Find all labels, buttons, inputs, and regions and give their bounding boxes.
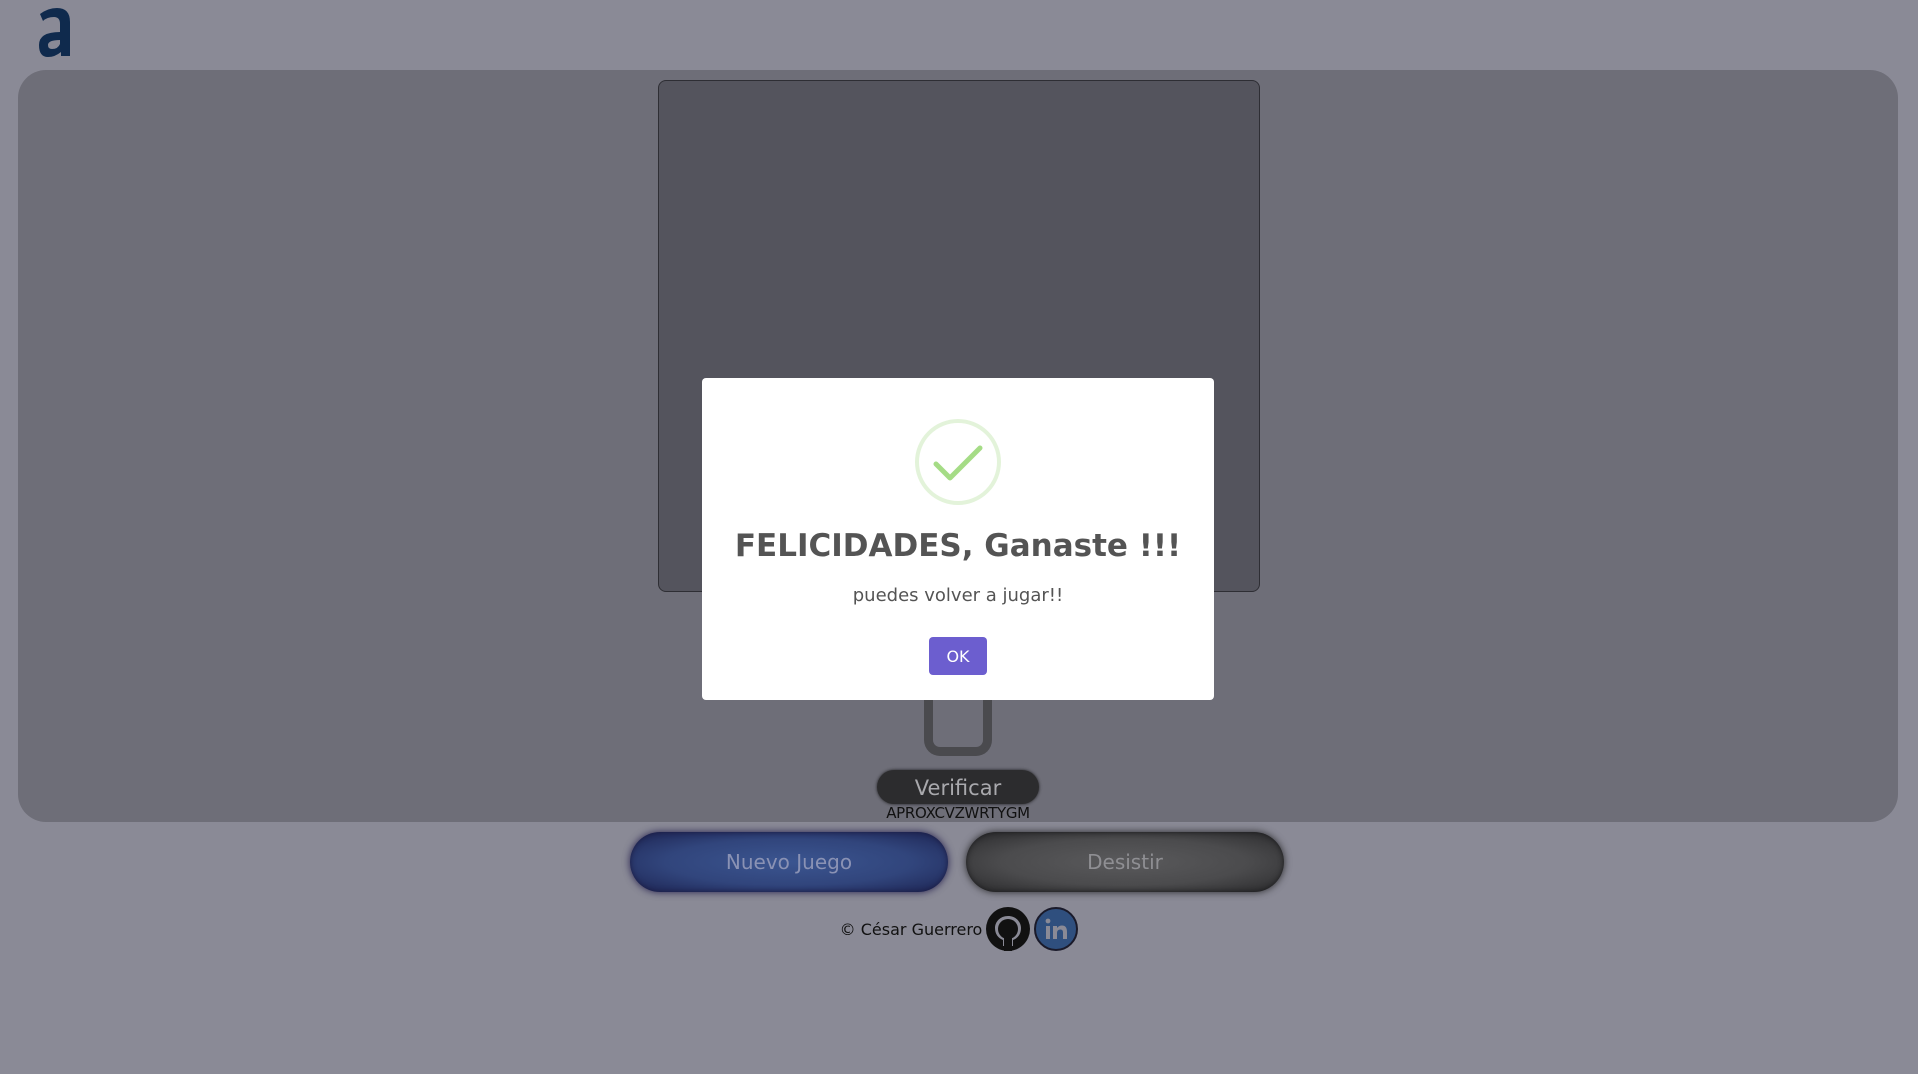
- letter-a-logo-icon: [39, 8, 70, 57]
- success-dialog: FELICIDADES, Ganaste !!! puedes volver a…: [702, 378, 1214, 700]
- linkedin-icon: [1034, 907, 1079, 951]
- success-check-icon: [915, 419, 1001, 505]
- github-link[interactable]: [986, 907, 1031, 951]
- ok-button[interactable]: OK: [929, 637, 987, 675]
- new-game-button[interactable]: Nuevo Juego: [630, 832, 948, 892]
- footer: © César Guerrero: [0, 904, 1918, 954]
- verify-button[interactable]: Verificar: [877, 770, 1039, 804]
- linkedin-link[interactable]: [1034, 907, 1079, 951]
- used-letters: APROXCVZWRTYGM: [886, 804, 1030, 822]
- logo[interactable]: [36, 4, 78, 60]
- copyright-text: © César Guerrero: [839, 919, 983, 939]
- quit-button[interactable]: Desistir: [966, 832, 1284, 892]
- dialog-title: FELICIDADES, Ganaste !!!: [734, 528, 1182, 564]
- dialog-message: puedes volver a jugar!!: [852, 585, 1064, 606]
- github-icon: [986, 907, 1031, 951]
